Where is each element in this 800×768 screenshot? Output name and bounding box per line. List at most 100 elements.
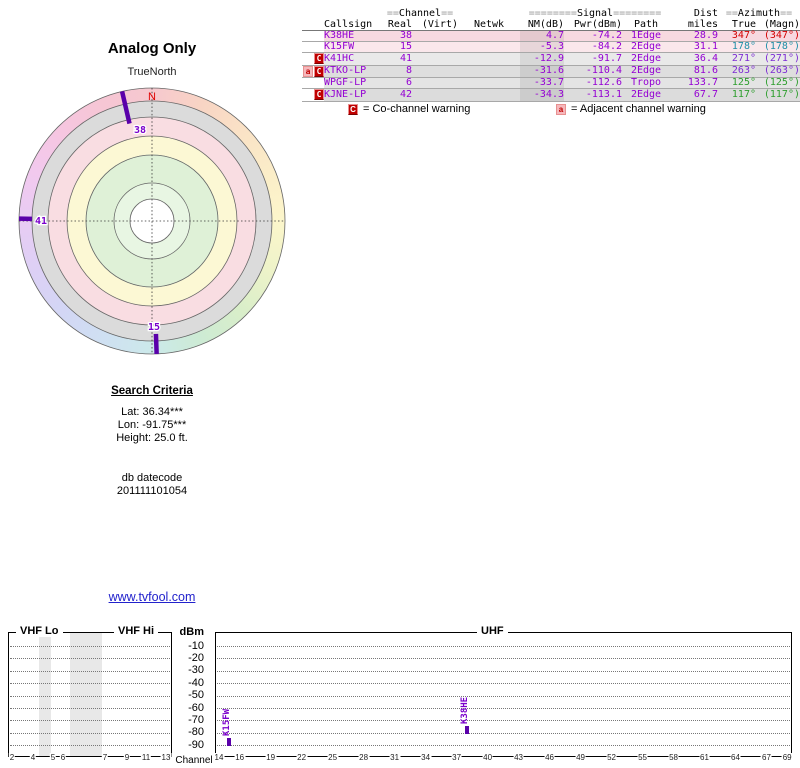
station-cell: 178° xyxy=(718,42,756,53)
col-true: True xyxy=(718,19,756,31)
dbm-gridline xyxy=(10,708,170,709)
vhf-gap-band xyxy=(39,633,51,756)
dbm-gridline xyxy=(10,683,170,684)
db-datecode-block: db datecode 201111101054 xyxy=(52,472,252,498)
dbm-tick-label: -70 xyxy=(176,715,204,726)
station-cell: -84.2 xyxy=(564,42,622,53)
station-cell: 81.6 xyxy=(670,65,718,78)
dbm-gridline xyxy=(10,671,170,672)
station-cell: -5.3 xyxy=(520,42,564,53)
col-magn: (Magn) xyxy=(756,19,800,31)
station-cell: -74.2 xyxy=(564,31,622,42)
signal-bar-callsign: K15FW xyxy=(223,701,232,736)
station-cell: -12.9 xyxy=(520,53,564,66)
dbm-gridline xyxy=(217,646,790,647)
vhf-gap-band xyxy=(70,633,102,756)
radar-marker-label: 41 xyxy=(35,216,47,227)
station-cell: 347° xyxy=(718,31,756,42)
signal-bar xyxy=(465,726,469,734)
station-cell xyxy=(412,89,458,102)
col-netwk: Netwk xyxy=(458,19,520,31)
channel-tick-label: 64 xyxy=(730,753,741,762)
station-cell: -91.7 xyxy=(564,53,622,66)
channel-tick-label: 9 xyxy=(124,753,130,762)
station-cell: -113.1 xyxy=(564,89,622,102)
height-value: Height: 25.0 ft. xyxy=(52,432,252,445)
dbm-gridline xyxy=(217,658,790,659)
channel-tick-label: 67 xyxy=(761,753,772,762)
station-cell: 2Edge xyxy=(622,42,670,53)
co-channel-warning-icon: C xyxy=(314,66,324,77)
col-path: Path xyxy=(622,19,670,31)
dbm-gridline xyxy=(10,658,170,659)
dbm-tick-label: -50 xyxy=(176,690,204,701)
station-cell xyxy=(412,53,458,66)
station-cell xyxy=(458,53,520,66)
table-group-header-row: ==Channel== ========Signal======== Dist … xyxy=(302,8,800,19)
station-cell: 67.7 xyxy=(670,89,718,102)
col-nm: NM(dB) xyxy=(520,19,564,31)
channel-tick-label: 11 xyxy=(141,753,151,762)
col-miles: miles xyxy=(670,19,718,31)
dbm-tick-label: -60 xyxy=(176,703,204,714)
station-cell xyxy=(458,42,520,53)
station-cell xyxy=(458,89,520,102)
radar-station-marker xyxy=(156,334,157,354)
station-row: CK41HC41-12.9-91.72Edge36.4271°(271°) xyxy=(302,53,800,66)
channel-group-header: ==Channel== xyxy=(382,8,458,19)
uhf-panel xyxy=(215,632,792,757)
station-row: WPGF-LP6-33.7-112.6Tropo133.7125°(125°) xyxy=(302,78,800,89)
channel-tick-label: 13 xyxy=(161,753,172,762)
station-cell: 15 xyxy=(382,42,412,53)
signal-bar xyxy=(227,738,231,746)
station-cell: 117° xyxy=(718,89,756,102)
station-cell: (117°) xyxy=(756,89,800,102)
channel-tick-label: 46 xyxy=(544,753,555,762)
channel-tick-label: 19 xyxy=(265,753,276,762)
tvfool-report-page: Analog Only TrueNorth N384115 ==Channel=… xyxy=(0,0,800,768)
radar-ring-outline xyxy=(86,155,218,287)
channel-tick-label: 7 xyxy=(102,753,108,762)
dbm-gridline xyxy=(10,745,170,746)
station-row: K15FW15-5.3-84.22Edge31.1178°(178°) xyxy=(302,42,800,53)
compass-north-label: N xyxy=(148,91,156,103)
channel-tick-label: 61 xyxy=(699,753,710,762)
tvfool-link[interactable]: www.tvfool.com xyxy=(109,590,196,604)
adjacent-channel-warning-icon: a xyxy=(303,66,313,77)
signal-group-header: ========Signal======== xyxy=(520,8,670,19)
station-cell: 8 xyxy=(382,65,412,78)
station-cell xyxy=(458,78,520,89)
station-cell xyxy=(458,31,520,42)
dbm-gridline xyxy=(217,671,790,672)
channel-tick-label: 52 xyxy=(606,753,617,762)
station-cell: -33.7 xyxy=(520,78,564,89)
dbm-gridline xyxy=(217,696,790,697)
station-row: K38HE384.7-74.21Edge28.9347°(347°) xyxy=(302,31,800,42)
dbm-gridline xyxy=(10,646,170,647)
legend-co-channel-text: = Co-channel warning xyxy=(363,103,470,115)
dbm-gridline xyxy=(10,696,170,697)
station-cell xyxy=(412,31,458,42)
station-cell: -31.6 xyxy=(520,65,564,78)
station-cell: 125° xyxy=(718,78,756,89)
channel-tick-label: 4 xyxy=(30,753,36,762)
legend-co-channel: C= Co-channel warning xyxy=(347,103,470,115)
dbm-axis-title: dBm xyxy=(176,626,204,638)
legend-adjacent-channel: a= Adjacent channel warning xyxy=(555,103,706,115)
station-row: CKJNE-LP42-34.3-113.12Edge67.7117°(117°) xyxy=(302,89,800,102)
warning-cell: aC xyxy=(302,65,324,78)
station-cell xyxy=(412,78,458,89)
channel-tick-label: 31 xyxy=(389,753,400,762)
station-cell: -110.4 xyxy=(564,65,622,78)
station-cell: 133.7 xyxy=(670,78,718,89)
adjacent-channel-warning-icon: a xyxy=(556,104,566,115)
channel-tick-label: 49 xyxy=(575,753,586,762)
warning-cell xyxy=(302,42,324,53)
channel-tick-label: 2 xyxy=(9,753,15,762)
station-cell: (178°) xyxy=(756,42,800,53)
dbm-tick-label: -80 xyxy=(176,727,204,738)
co-channel-warning-icon: C xyxy=(314,89,324,100)
station-cell: 271° xyxy=(718,53,756,66)
dbm-tick-label: -20 xyxy=(176,653,204,664)
station-cell: (271°) xyxy=(756,53,800,66)
